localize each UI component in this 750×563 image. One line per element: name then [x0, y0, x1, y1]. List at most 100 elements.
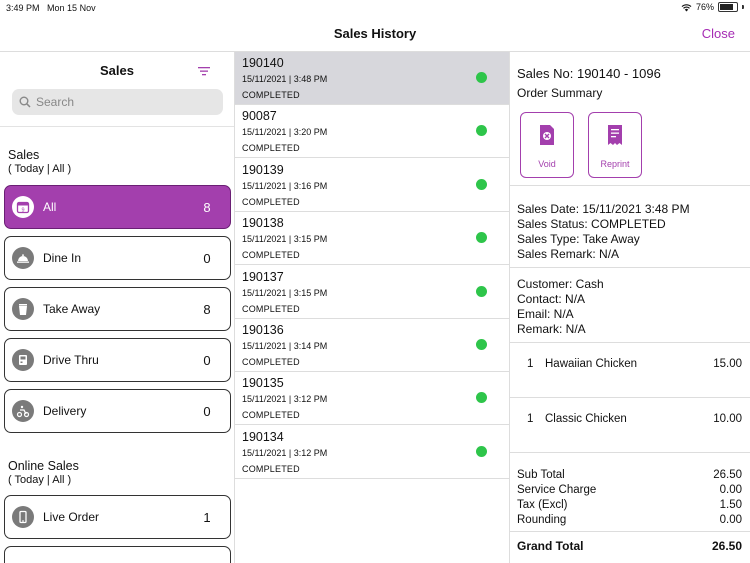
order-status: COMPLETED — [242, 410, 300, 420]
online-section-title: Online Sales — [8, 459, 79, 473]
item-quantity: 1 — [527, 413, 534, 425]
battery-icon — [718, 2, 738, 12]
section-divider — [510, 267, 750, 268]
order-status: COMPLETED — [242, 197, 300, 207]
order-row[interactable]: 190139 15/11/2021 | 3:16 PM COMPLETED — [235, 159, 509, 212]
rounding-value: 0.00 — [719, 514, 742, 526]
category-drive-thru-button[interactable]: Drive Thru 0 — [4, 338, 231, 382]
status-dot-icon — [476, 392, 487, 403]
order-row[interactable]: 190140 15/11/2021 | 3:48 PM COMPLETED — [235, 52, 509, 105]
order-datetime: 15/11/2021 | 3:15 PM — [242, 234, 328, 244]
order-datetime: 15/11/2021 | 3:14 PM — [242, 341, 328, 351]
order-number: 190134 — [242, 430, 284, 444]
order-datetime: 15/11/2021 | 3:16 PM — [242, 181, 328, 191]
order-datetime: 15/11/2021 | 3:12 PM — [242, 394, 328, 404]
category-count: 0 — [203, 352, 211, 368]
category-delivery-button[interactable]: Delivery 0 — [4, 389, 231, 433]
void-icon — [540, 125, 554, 145]
category-label: Drive Thru — [43, 353, 99, 367]
status-dot-icon — [476, 446, 487, 457]
order-row[interactable]: 190136 15/11/2021 | 3:14 PM COMPLETED — [235, 319, 509, 372]
section-divider — [510, 531, 750, 532]
reprint-button[interactable]: Reprint — [588, 112, 642, 178]
category-label: Dine In — [43, 251, 82, 265]
category-count: 1 — [203, 509, 211, 525]
filter-icon[interactable] — [198, 66, 210, 76]
status-dot-icon — [476, 125, 487, 136]
order-row[interactable]: 190135 15/11/2021 | 3:12 PM COMPLETED — [235, 372, 509, 425]
status-bar: 3:49 PM Mon 15 Nov 76% — [0, 0, 750, 16]
order-row[interactable]: 190134 15/11/2021 | 3:12 PM COMPLETED — [235, 426, 509, 479]
calendar-icon: 9 — [12, 196, 34, 218]
sales-remark: Sales Remark: N/A — [517, 247, 620, 261]
sales-section-title: Sales — [8, 148, 40, 162]
category-count: 0 — [203, 403, 211, 419]
order-number: 190135 — [242, 376, 284, 390]
order-number: 190137 — [242, 270, 284, 284]
order-list: 190140 15/11/2021 | 3:48 PM COMPLETED 90… — [235, 52, 510, 563]
order-row[interactable]: 190138 15/11/2021 | 3:15 PM COMPLETED — [235, 212, 509, 265]
search-input[interactable] — [36, 95, 206, 109]
order-datetime: 15/11/2021 | 3:15 PM — [242, 288, 328, 298]
item-name: Hawaiian Chicken — [545, 358, 638, 370]
order-detail: Sales No: 190140 - 1096 Order Summary Vo… — [510, 52, 750, 563]
order-status: COMPLETED — [242, 304, 300, 314]
status-dot-icon — [476, 179, 487, 190]
status-dot-icon — [476, 72, 487, 83]
order-status: COMPLETED — [242, 357, 300, 367]
category-live-order-button[interactable]: Live Order 1 — [4, 495, 231, 539]
order-row[interactable]: 90087 15/11/2021 | 3:20 PM COMPLETED — [235, 105, 509, 158]
search-bar[interactable] — [12, 89, 223, 115]
search-icon — [19, 96, 31, 108]
svg-text:9: 9 — [21, 208, 24, 214]
order-row[interactable]: 190137 15/11/2021 | 3:15 PM COMPLETED — [235, 266, 509, 319]
order-number: 190140 — [242, 56, 284, 70]
category-more-button[interactable] — [4, 546, 231, 563]
customer-name: Customer: Cash — [517, 277, 604, 291]
category-label: Delivery — [43, 404, 87, 418]
category-count: 8 — [203, 301, 211, 317]
tax-value: 1.50 — [719, 499, 742, 511]
close-button[interactable]: Close — [702, 26, 735, 41]
item-price: 10.00 — [713, 413, 742, 425]
category-label: All — [43, 200, 57, 214]
order-datetime: 15/11/2021 | 3:48 PM — [242, 74, 328, 84]
customer-remark: Remark: N/A — [517, 322, 586, 336]
service-charge-label: Service Charge — [517, 484, 597, 496]
void-button[interactable]: Void — [520, 112, 574, 178]
service-charge-value: 0.00 — [719, 484, 742, 496]
section-divider — [510, 185, 750, 186]
sales-type: Sales Type: Take Away — [517, 232, 640, 246]
order-number: 90087 — [242, 109, 277, 123]
delivery-icon — [12, 400, 34, 422]
order-status: COMPLETED — [242, 464, 300, 474]
online-section-filter[interactable]: ( Today | All ) — [8, 474, 71, 486]
status-time: 3:49 PM Mon 15 Nov — [6, 3, 96, 13]
category-take-away-button[interactable]: Take Away 8 — [4, 287, 231, 331]
category-dine-in-button[interactable]: Dine In 0 — [4, 236, 231, 280]
item-quantity: 1 — [527, 358, 534, 370]
sales-status: Sales Status: COMPLETED — [517, 217, 666, 231]
status-indicators: 76% — [681, 2, 744, 12]
battery-percent: 76% — [695, 2, 714, 12]
sales-section-filter[interactable]: ( Today | All ) — [8, 163, 71, 175]
battery-tip — [742, 5, 744, 9]
order-status: COMPLETED — [242, 250, 300, 260]
receipt-icon — [608, 125, 622, 145]
customer-contact: Contact: N/A — [517, 292, 586, 306]
category-all-button[interactable]: 9 All 8 — [4, 185, 231, 229]
category-label: Live Order — [43, 510, 100, 524]
tax-label: Tax (Excl) — [517, 499, 568, 511]
drive-thru-icon — [12, 349, 34, 371]
item-name: Classic Chicken — [545, 413, 627, 425]
grand-total-value: 26.50 — [711, 539, 742, 553]
status-dot-icon — [476, 339, 487, 350]
order-summary-title: Order Summary — [517, 86, 603, 100]
sales-number: Sales No: 190140 - 1096 — [517, 66, 661, 81]
section-divider — [510, 452, 750, 453]
page-title: Sales History — [333, 26, 417, 41]
subtotal-value: 26.50 — [713, 469, 742, 481]
order-number: 190139 — [242, 163, 284, 177]
section-divider — [510, 342, 750, 343]
clock-time: 3:49 PM — [6, 3, 40, 13]
